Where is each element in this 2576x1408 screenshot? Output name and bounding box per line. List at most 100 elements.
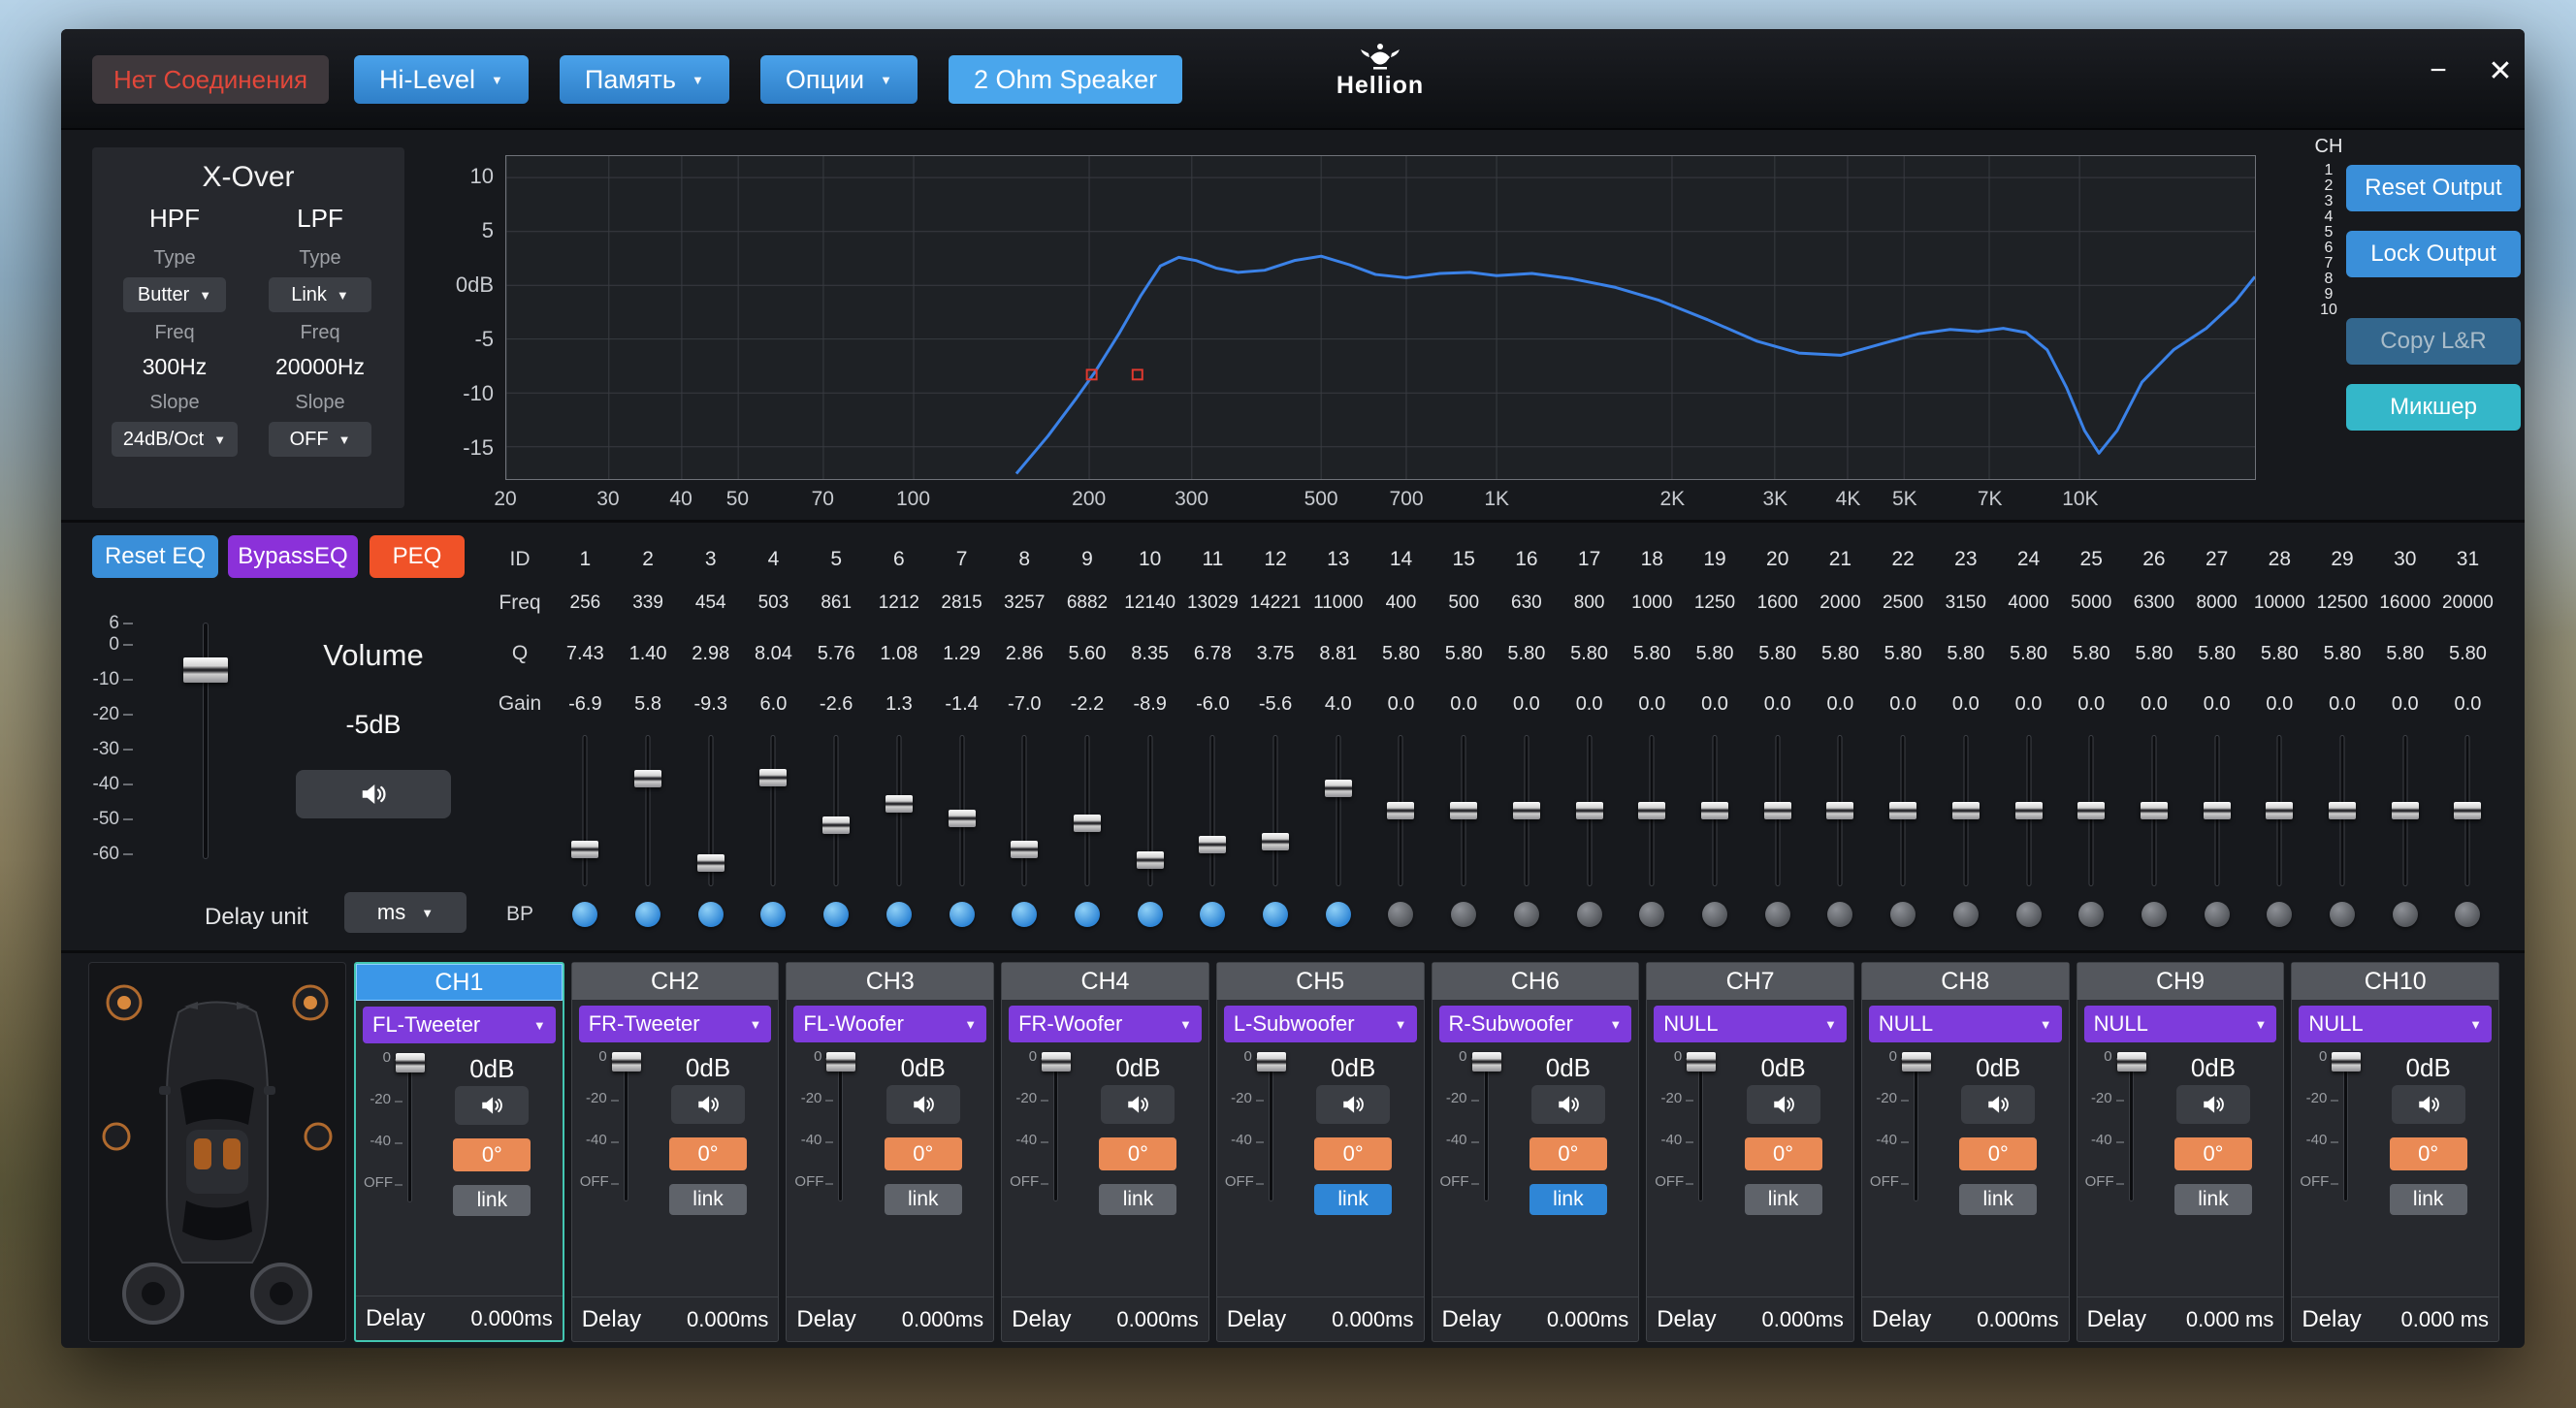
- graph-channel-1[interactable]: 1: [2309, 163, 2348, 178]
- channel-link-button[interactable]: link: [884, 1184, 962, 1215]
- band-gain-fader[interactable]: [1746, 729, 1809, 892]
- menu-button-опции[interactable]: Опции ▼: [759, 55, 918, 104]
- lpf-slope-dropdown[interactable]: OFF ▼: [269, 422, 371, 457]
- bypass-eq-button[interactable]: BypassEQ: [228, 535, 358, 578]
- band-bypass-toggle[interactable]: [1952, 902, 1979, 927]
- fader-thumb[interactable]: [826, 1052, 856, 1072]
- fader-thumb[interactable]: [571, 840, 599, 858]
- fader-thumb[interactable]: [2329, 802, 2357, 819]
- channel-mute-button[interactable]: [1746, 1085, 1820, 1124]
- channel-level-fader[interactable]: 0 -20 -40 OFF: [794, 1048, 856, 1250]
- fader-thumb[interactable]: [1324, 780, 1352, 797]
- channel-level-fader[interactable]: 0 -20 -40 OFF: [580, 1048, 642, 1250]
- fader-track[interactable]: [1209, 735, 1215, 886]
- minimize-button[interactable]: −: [2416, 48, 2461, 93]
- fader-thumb[interactable]: [1011, 841, 1039, 859]
- band-gain-fader[interactable]: [2311, 729, 2374, 892]
- fader-thumb[interactable]: [2391, 802, 2419, 819]
- band-gain-fader[interactable]: [930, 729, 993, 892]
- band-bypass-toggle[interactable]: [1890, 902, 1916, 927]
- lpf-type-dropdown[interactable]: Link ▼: [269, 277, 371, 312]
- channel-source-dropdown[interactable]: R-Subwoofer ▼: [1438, 1006, 1632, 1042]
- band-gain-fader[interactable]: [1244, 729, 1307, 892]
- channel-link-button[interactable]: link: [669, 1184, 748, 1215]
- fader-thumb[interactable]: [822, 816, 851, 834]
- channel-mute-button[interactable]: [1961, 1085, 2036, 1124]
- band-bypass-toggle[interactable]: [2078, 902, 2105, 927]
- channel-link-button[interactable]: link: [1959, 1184, 2038, 1215]
- fader-thumb[interactable]: [696, 853, 724, 872]
- fader-track[interactable]: [1272, 735, 1278, 886]
- fader-track[interactable]: [582, 735, 588, 886]
- band-bypass-toggle[interactable]: [1388, 902, 1414, 927]
- band-gain-fader[interactable]: [1684, 729, 1747, 892]
- channel-link-button[interactable]: link: [2174, 1184, 2252, 1215]
- fader-track[interactable]: [2343, 1054, 2349, 1201]
- fader-thumb[interactable]: [634, 769, 662, 787]
- copy-lr-button[interactable]: Copy L&R: [2346, 318, 2521, 365]
- channel-strip-ch5[interactable]: CH5 L-Subwoofer ▼ 0 -20 -40 OFF 0dB 0° link…: [1215, 962, 1425, 1342]
- band-bypass-toggle[interactable]: [635, 902, 661, 927]
- fader-track[interactable]: [1021, 735, 1027, 886]
- band-gain-fader[interactable]: [1306, 729, 1369, 892]
- channel-phase-button[interactable]: 0°: [1529, 1137, 1607, 1170]
- band-bypass-toggle[interactable]: [1200, 902, 1226, 927]
- band-bypass-toggle[interactable]: [949, 902, 975, 927]
- fader-track[interactable]: [2128, 1054, 2134, 1201]
- band-gain-fader[interactable]: [2185, 729, 2248, 892]
- band-bypass-toggle[interactable]: [1263, 902, 1289, 927]
- channel-header[interactable]: CH6: [1432, 963, 1639, 1000]
- fader-thumb[interactable]: [1387, 802, 1415, 819]
- speaker-mode-button[interactable]: 2 Ohm Speaker: [948, 55, 1183, 104]
- channel-strip-ch8[interactable]: CH8 NULL ▼ 0 -20 -40 OFF 0dB 0° link Delay …: [1860, 962, 2070, 1342]
- channel-strip-ch3[interactable]: CH3 FL-Woofer ▼ 0 -20 -40 OFF 0dB 0° link D…: [786, 962, 995, 1342]
- fader-thumb[interactable]: [1262, 833, 1290, 851]
- band-gain-fader[interactable]: [2436, 729, 2499, 892]
- channel-source-dropdown[interactable]: NULL ▼: [1868, 1006, 2062, 1042]
- band-bypass-toggle[interactable]: [2141, 902, 2167, 927]
- channel-strip-ch2[interactable]: CH2 FR-Tweeter ▼ 0 -20 -40 OFF 0dB 0° link …: [570, 962, 780, 1342]
- channel-header[interactable]: CH3: [787, 963, 994, 1000]
- channel-header[interactable]: CH8: [1861, 963, 2069, 1000]
- channel-mute-button[interactable]: [2391, 1085, 2465, 1124]
- fader-thumb[interactable]: [396, 1053, 425, 1072]
- graph-channel-6[interactable]: 6: [2309, 240, 2348, 256]
- graph-channel-10[interactable]: 10: [2309, 303, 2348, 318]
- channel-source-dropdown[interactable]: FL-Woofer ▼: [793, 1006, 987, 1042]
- band-bypass-toggle[interactable]: [1325, 902, 1351, 927]
- band-bypass-toggle[interactable]: [572, 902, 598, 927]
- band-gain-fader[interactable]: [742, 729, 805, 892]
- fader-thumb[interactable]: [2266, 802, 2294, 819]
- fader-thumb[interactable]: [2077, 802, 2106, 819]
- channel-strip-ch4[interactable]: CH4 FR-Woofer ▼ 0 -20 -40 OFF 0dB 0° link D…: [1001, 962, 1209, 1342]
- graph-channel-5[interactable]: 5: [2309, 225, 2348, 240]
- channel-level-fader[interactable]: 0 -20 -40 OFF: [1440, 1048, 1502, 1250]
- band-gain-fader[interactable]: [1934, 729, 1997, 892]
- fader-thumb[interactable]: [1889, 802, 1917, 819]
- channel-strip-ch6[interactable]: CH6 R-Subwoofer ▼ 0 -20 -40 OFF 0dB 0° link…: [1431, 962, 1640, 1342]
- fader-thumb[interactable]: [759, 768, 788, 786]
- channel-phase-button[interactable]: 0°: [669, 1137, 748, 1170]
- master-mute-button[interactable]: [296, 770, 451, 818]
- band-gain-fader[interactable]: [2060, 729, 2123, 892]
- channel-strip-ch7[interactable]: CH7 NULL ▼ 0 -20 -40 OFF 0dB 0° link Delay …: [1646, 962, 1854, 1342]
- channel-source-dropdown[interactable]: NULL ▼: [1654, 1006, 1847, 1042]
- fader-thumb[interactable]: [2332, 1052, 2362, 1072]
- band-gain-fader[interactable]: [1433, 729, 1496, 892]
- channel-level-fader[interactable]: 0 -20 -40 OFF: [1655, 1048, 1717, 1250]
- channel-mute-button[interactable]: [886, 1085, 960, 1124]
- channel-level-fader[interactable]: 0 -20 -40 OFF: [364, 1049, 426, 1251]
- master-volume-fader[interactable]: [176, 623, 236, 859]
- channel-source-dropdown[interactable]: FR-Tweeter ▼: [578, 1006, 772, 1042]
- channel-mute-button[interactable]: [1316, 1085, 1391, 1124]
- reset-output-button[interactable]: Reset Output: [2346, 165, 2521, 211]
- band-bypass-toggle[interactable]: [2204, 902, 2230, 927]
- band-bypass-toggle[interactable]: [1576, 902, 1602, 927]
- fader-thumb[interactable]: [1256, 1052, 1286, 1072]
- fader-thumb[interactable]: [1901, 1052, 1931, 1072]
- channel-link-button[interactable]: link: [1314, 1184, 1393, 1215]
- fader-track[interactable]: [1336, 735, 1341, 886]
- band-gain-fader[interactable]: [993, 729, 1056, 892]
- band-bypass-toggle[interactable]: [760, 902, 787, 927]
- reset-eq-button[interactable]: Reset EQ: [92, 535, 218, 578]
